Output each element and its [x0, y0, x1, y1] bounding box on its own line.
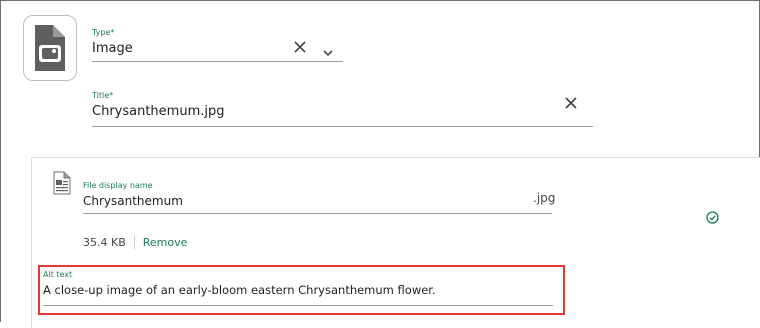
clear-type-icon[interactable] — [293, 39, 307, 58]
type-label: Type* — [92, 28, 115, 37]
meta-divider — [133, 236, 135, 250]
alt-text-input[interactable]: A close-up image of an early-bloom easte… — [43, 283, 436, 297]
document-icon — [53, 171, 71, 199]
check-circle-icon — [706, 209, 719, 228]
file-display-name-underline — [83, 213, 552, 214]
type-select[interactable]: Image — [92, 41, 133, 56]
clear-title-icon[interactable] — [564, 95, 578, 114]
media-edit-form: Type* Image Title* Chrysanthemum.jpg Fil… — [0, 0, 760, 328]
title-underline — [92, 126, 593, 127]
file-size: 35.4 KB — [83, 236, 126, 249]
chevron-down-icon[interactable] — [322, 43, 334, 62]
file-extension: .jpg — [533, 191, 556, 205]
file-display-name-label: File display name — [83, 181, 153, 190]
file-meta-row: 35.4 KB Remove — [83, 236, 187, 250]
image-file-icon — [35, 25, 65, 71]
image-type-icon-tile — [23, 15, 77, 81]
file-display-name-input[interactable]: Chrysanthemum — [83, 194, 183, 208]
remove-file-link[interactable]: Remove — [143, 236, 188, 249]
alt-text-label: Alt text — [43, 270, 73, 279]
alt-text-underline — [43, 305, 553, 306]
title-label: Title* — [92, 91, 114, 100]
title-input[interactable]: Chrysanthemum.jpg — [92, 104, 224, 119]
type-underline — [92, 61, 343, 62]
